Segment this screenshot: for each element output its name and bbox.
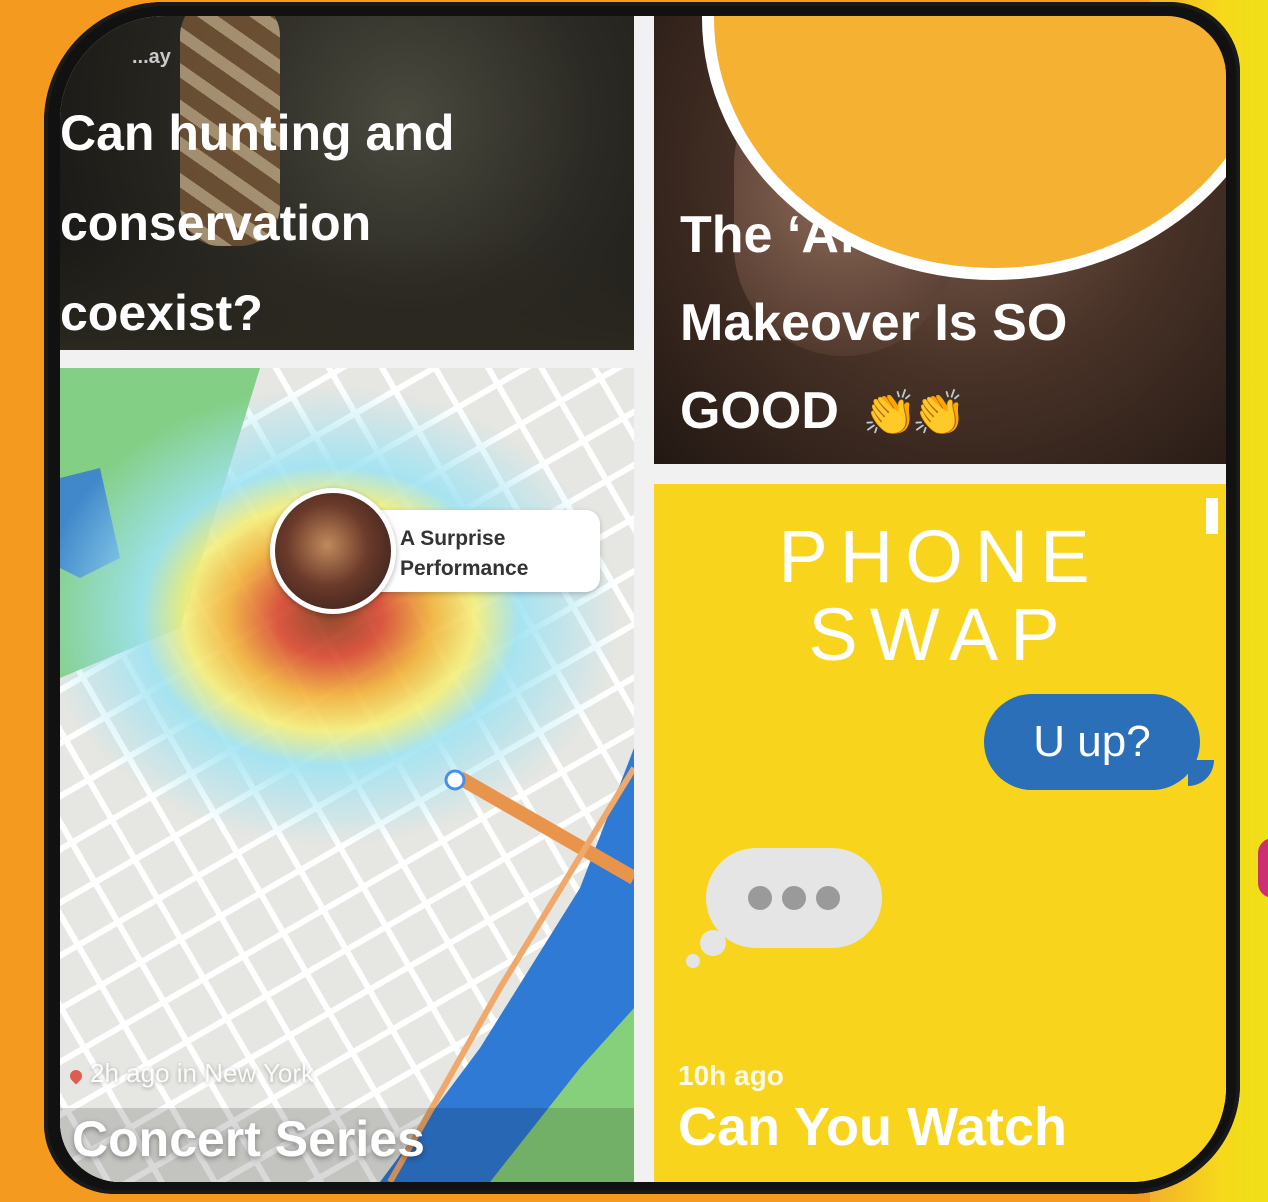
logo-line-1: PHONE: [778, 515, 1102, 598]
phone-frame: ...ay Can hunting and conservation coexi…: [44, 2, 1240, 1194]
typing-indicator: [686, 848, 882, 968]
show-logo: PHONE SWAP: [654, 518, 1226, 674]
card-meta: 2h ago in New York: [67, 1058, 315, 1089]
typing-dot: [816, 886, 840, 910]
bubble-tail: [686, 954, 700, 968]
logo-line-2: SWAP: [808, 593, 1072, 676]
story-card-phone-swap[interactable]: PHONE SWAP U up? 10h ago Can You Watch: [654, 484, 1226, 1182]
story-avatar[interactable]: [270, 488, 396, 614]
card-kicker: ...ay: [132, 46, 171, 68]
card-meta: 10h ago: [678, 1060, 784, 1091]
story-card-hunting[interactable]: ...ay Can hunting and conservation coexi…: [60, 16, 634, 350]
background-pink-shape: [1258, 838, 1268, 898]
typing-dot: [782, 886, 806, 910]
story-card-map[interactable]: A Surprise Performance 2h ago in New Yor…: [60, 368, 634, 1182]
heatmap: [60, 386, 620, 846]
card-meta-text: 2h ago in New York: [90, 1058, 315, 1088]
clapping-hands-icon: 👏👏: [862, 389, 967, 438]
card-title: Can hunting and conservation coexist?: [60, 105, 455, 341]
map-story-callout[interactable]: A Surprise Performance: [270, 488, 600, 614]
location-pin-icon: [67, 1067, 85, 1085]
location-dot[interactable]: [444, 769, 466, 791]
typing-dot: [748, 886, 772, 910]
discover-screen: ...ay Can hunting and conservation coexi…: [60, 16, 1226, 1182]
bubble-tail: [700, 930, 726, 956]
card-title: Concert Series: [72, 1111, 425, 1167]
card-title: Can You Watch: [678, 1097, 1068, 1157]
chat-bubble-sent: U up?: [984, 694, 1214, 790]
callout-label: A Surprise Performance: [400, 527, 529, 580]
